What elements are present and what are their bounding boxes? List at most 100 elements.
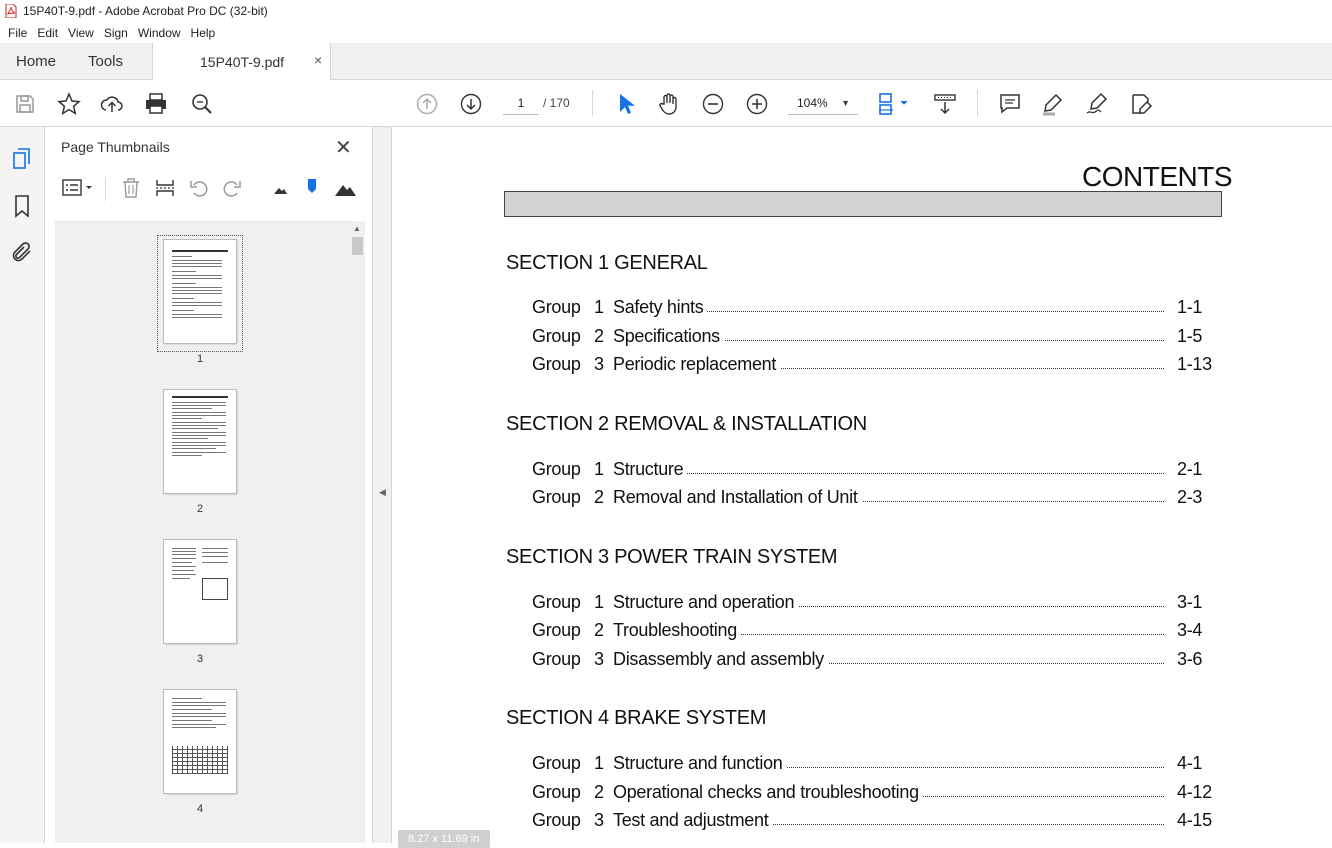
- panel-splitter[interactable]: ◀: [373, 127, 392, 843]
- title-bar: 15P40T-9.pdf - Adobe Acrobat Pro DC (32-…: [0, 0, 1332, 22]
- comment-icon[interactable]: [998, 92, 1022, 116]
- zoom-in-icon[interactable]: [745, 92, 769, 116]
- next-page-icon[interactable]: [459, 92, 483, 116]
- tab-home[interactable]: Home: [16, 53, 56, 70]
- tab-tools[interactable]: Tools: [88, 53, 123, 70]
- toc-group-number: 1: [594, 753, 604, 773]
- section-heading: SECTION 4 BRAKE SYSTEM: [506, 707, 767, 729]
- section-heading: SECTION 2 REMOVAL & INSTALLATION: [506, 413, 867, 435]
- cloud-upload-icon[interactable]: [100, 92, 124, 116]
- zoom-out-icon[interactable]: [701, 92, 725, 116]
- menu-edit[interactable]: Edit: [37, 26, 58, 40]
- page-fit-icon[interactable]: [877, 92, 913, 116]
- toc-row[interactable]: Group 2 Operational checks and troublesh…: [532, 782, 1212, 806]
- toc-leader-dots: [682, 473, 1164, 474]
- collapse-panel-arrow-icon[interactable]: ◀: [379, 487, 386, 498]
- toc-page: 4-12: [1173, 782, 1212, 803]
- toc-row[interactable]: Group 3 Disassembly and assembly 3-6: [532, 649, 1212, 673]
- thumbnail-scrollbar[interactable]: ▲: [350, 221, 365, 843]
- toc-group-label: Group: [532, 782, 581, 802]
- menu-window[interactable]: Window: [138, 26, 181, 40]
- toc-row[interactable]: Group 2 Specifications 1-5: [532, 326, 1212, 350]
- toc-title: Test and adjustment: [613, 810, 773, 831]
- tab-document[interactable]: 15P40T-9.pdf ×: [152, 43, 331, 80]
- zoom-search-icon[interactable]: [190, 92, 214, 116]
- rotate-clockwise-icon[interactable]: [221, 177, 243, 199]
- toc-row[interactable]: Group 1 Structure 2-1: [532, 459, 1212, 483]
- thumbnail-page-4[interactable]: [164, 690, 236, 793]
- fill-sign-icon[interactable]: [1129, 92, 1153, 116]
- toc-group-number: 2: [594, 620, 604, 640]
- page-thumbnails-panel: Page Thumbnails ✕ 1 2 3 4 ▲: [45, 127, 373, 843]
- scroll-mode-icon[interactable]: [933, 92, 957, 116]
- menu-bar: File Edit View Sign Window Help: [0, 22, 1332, 43]
- toc-group-number: 2: [594, 487, 604, 507]
- tab-document-label: 15P40T-9.pdf: [200, 54, 285, 70]
- toc-row[interactable]: Group 1 Structure and operation 3-1: [532, 592, 1212, 616]
- menu-file[interactable]: File: [8, 26, 27, 40]
- chevron-down-icon: ▼: [841, 98, 850, 108]
- thumbnail-page-1[interactable]: [164, 240, 236, 343]
- menu-view[interactable]: View: [68, 26, 94, 40]
- page-number-input[interactable]: 1: [503, 91, 539, 115]
- tab-close-icon[interactable]: ×: [314, 52, 322, 68]
- page-size-indicator: 8.27 x 11.69 in: [398, 830, 490, 848]
- section-heading: SECTION 3 POWER TRAIN SYSTEM: [506, 546, 838, 568]
- paperclip-icon[interactable]: [10, 240, 34, 264]
- panel-toolbar: [45, 173, 373, 205]
- toc-page: 1-13: [1173, 354, 1212, 375]
- toc-group-label: Group: [532, 620, 581, 640]
- title-underline-bar: [504, 191, 1222, 217]
- toc-row[interactable]: Group 1 Safety hints 1-1: [532, 297, 1212, 321]
- delete-page-icon[interactable]: [120, 177, 142, 199]
- thumbnail-page-2[interactable]: [164, 390, 236, 493]
- toc-row[interactable]: Group 2 Troubleshooting 3-4: [532, 620, 1212, 644]
- toc-group-number: 1: [594, 592, 604, 612]
- thumbnail-page-3[interactable]: [164, 540, 236, 643]
- page-thumbnails-icon[interactable]: [10, 147, 34, 171]
- scrollbar-thumb[interactable]: [352, 237, 363, 255]
- toc-leader-dots: [682, 311, 1164, 312]
- print-icon[interactable]: [144, 92, 168, 116]
- panel-title: Page Thumbnails: [61, 139, 170, 155]
- thumbnail-number: 4: [196, 803, 204, 815]
- insert-page-icon[interactable]: [154, 177, 176, 199]
- document-view[interactable]: CONTENTS SECTION 1 GENERAL Group 1 Safet…: [392, 127, 1332, 843]
- bookmark-icon[interactable]: [10, 194, 34, 218]
- close-icon[interactable]: ✕: [335, 135, 352, 160]
- zoom-level-select[interactable]: 104% ▼: [788, 91, 858, 115]
- toc-title: Disassembly and assembly: [613, 649, 828, 670]
- left-navigation-rail: [0, 127, 45, 843]
- toc-group-label: Group: [532, 326, 581, 346]
- menu-sign[interactable]: Sign: [104, 26, 128, 40]
- save-icon[interactable]: [13, 92, 37, 116]
- toc-group-number: 3: [594, 649, 604, 669]
- previous-page-icon[interactable]: [415, 92, 439, 116]
- thumbnail-size-small-icon[interactable]: [269, 177, 291, 199]
- toc-page: 3-1: [1173, 592, 1202, 613]
- rotate-counterclockwise-icon[interactable]: [188, 177, 210, 199]
- toc-group-number: 3: [594, 354, 604, 374]
- highlight-pen-icon[interactable]: [1041, 92, 1065, 116]
- hand-tool-icon[interactable]: [657, 92, 681, 116]
- star-icon[interactable]: [57, 92, 81, 116]
- thumbnail-number: 1: [196, 353, 204, 365]
- thumbnail-number: 3: [196, 653, 204, 665]
- options-menu-icon[interactable]: [61, 177, 95, 199]
- toc-group-label: Group: [532, 592, 581, 612]
- toc-page: 1-1: [1173, 297, 1202, 318]
- thumbnail-size-large-icon[interactable]: [334, 177, 356, 199]
- toc-row[interactable]: Group 2 Removal and Installation of Unit…: [532, 487, 1212, 511]
- main-toolbar: 1 / 170 104% ▼: [0, 80, 1332, 127]
- thumbnail-size-slider-icon[interactable]: [301, 177, 323, 199]
- toc-row[interactable]: Group 3 Test and adjustment 4-15: [532, 810, 1212, 834]
- toc-title: Troubleshooting: [613, 620, 741, 641]
- toc-row[interactable]: Group 3 Periodic replacement 1-13: [532, 354, 1212, 378]
- draw-sign-icon[interactable]: [1085, 92, 1109, 116]
- toc-group-number: 1: [594, 297, 604, 317]
- menu-help[interactable]: Help: [191, 26, 216, 40]
- zoom-level-value: 104%: [797, 96, 828, 110]
- toc-row[interactable]: Group 1 Structure and function 4-1: [532, 753, 1212, 777]
- select-cursor-icon[interactable]: [614, 92, 638, 116]
- scroll-up-arrow-icon[interactable]: ▲: [353, 224, 361, 233]
